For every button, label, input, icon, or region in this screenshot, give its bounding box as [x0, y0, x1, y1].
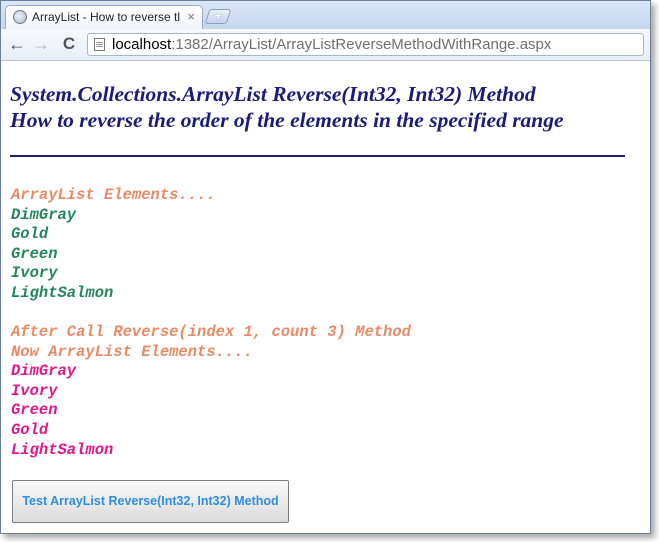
new-tab-button[interactable]: + — [204, 8, 232, 24]
heading-line-1: System.Collections.ArrayList Reverse(Int… — [10, 82, 536, 106]
original-item: Ivory — [11, 264, 58, 283]
original-item: DimGray — [11, 205, 77, 224]
original-item: LightSalmon — [11, 283, 114, 302]
original-item: Green — [11, 244, 58, 263]
browser-tab[interactable]: ArrayList - How to reverse tl × — [5, 5, 203, 29]
page-content: System.Collections.ArrayList Reverse(Int… — [1, 62, 650, 535]
reversed-item: Ivory — [11, 381, 58, 400]
heading-divider — [10, 155, 625, 157]
address-bar[interactable]: localhost:1382/ArrayList/ArrayListRevers… — [87, 33, 644, 56]
url-text: localhost:1382/ArrayList/ArrayListRevers… — [112, 36, 551, 54]
original-label: ArrayList Elements.... — [11, 186, 216, 204]
reversed-list: After Call Reverse(index 1, count 3) Met… — [11, 323, 411, 460]
reload-button[interactable]: C — [59, 34, 79, 54]
forward-button[interactable]: → — [31, 34, 51, 54]
page-icon — [94, 38, 105, 51]
browser-toolbar: ← → C localhost:1382/ArrayList/ArrayList… — [1, 29, 650, 61]
tab-title: ArrayList - How to reverse tl — [32, 10, 181, 24]
now-elements-label: Now ArrayList Elements.... — [11, 342, 253, 361]
original-list: ArrayList Elements.... DimGray Gold Gree… — [11, 186, 216, 304]
url-path: :1382/ArrayList/ArrayListReverseMethodWi… — [171, 36, 552, 53]
browser-window: ArrayList - How to reverse tl × + ← → C … — [0, 0, 651, 534]
test-reverse-button[interactable]: Test ArrayList Reverse(Int32, Int32) Met… — [12, 480, 289, 523]
plus-icon: + — [214, 8, 222, 23]
globe-icon — [13, 10, 27, 24]
reversed-item: Green — [11, 401, 58, 420]
back-button[interactable]: ← — [7, 34, 27, 54]
close-tab-icon[interactable]: × — [187, 9, 195, 25]
reversed-item: LightSalmon — [11, 440, 114, 459]
heading-line-2: How to reverse the order of the elements… — [10, 108, 564, 132]
url-host: localhost — [112, 36, 172, 53]
reversed-item: Gold — [11, 420, 49, 439]
after-call-label: After Call Reverse(index 1, count 3) Met… — [11, 323, 411, 341]
tab-strip: ArrayList - How to reverse tl × + — [1, 1, 650, 29]
reversed-item: DimGray — [11, 362, 77, 381]
page-heading: System.Collections.ArrayList Reverse(Int… — [10, 81, 564, 133]
original-item: Gold — [11, 225, 49, 244]
